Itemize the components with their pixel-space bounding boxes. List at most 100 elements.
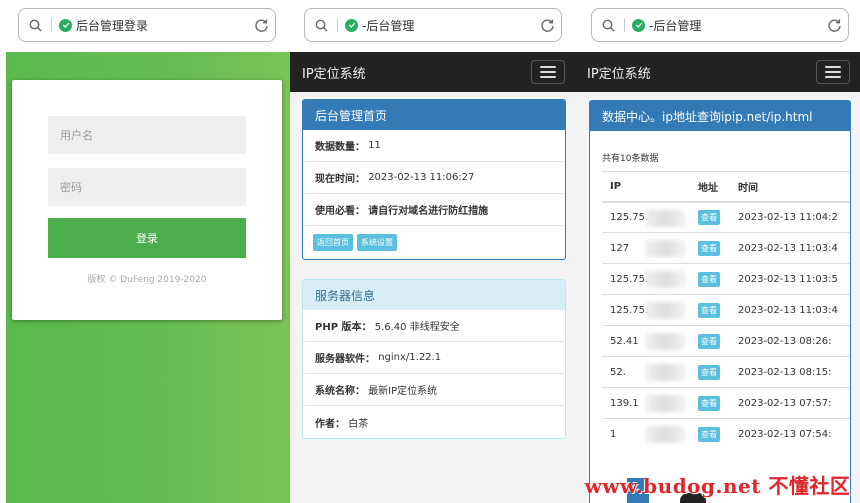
address-cell: 查看 (690, 325, 730, 357)
redaction-blur (646, 395, 686, 412)
site-watermark: www.budog.net 不懂社区 (584, 474, 851, 498)
ip-cell: 139.1 (602, 387, 690, 419)
view-button[interactable]: 查看 (698, 240, 720, 256)
system-settings-button[interactable]: 系统设置 (357, 234, 397, 251)
redaction-blur (646, 333, 686, 350)
search-icon[interactable] (19, 19, 51, 32)
browser-toolbar: 后台管理登录 (0, 0, 290, 52)
reload-icon[interactable] (820, 18, 848, 33)
info-row: 系统名称： 最新IP定位系统 (303, 374, 565, 406)
browser-toolbar: -后台管理 (575, 0, 860, 52)
table-row: 125.75. 查看 2023-02-13 11:03:5 (602, 263, 850, 295)
view-button[interactable]: 查看 (698, 333, 720, 349)
login-panel: 后台管理登录 用户名 密码 登录 版权 © DuFeng 2019-2020 (0, 0, 290, 503)
time-cell: 2023-02-13 07:57: (730, 387, 850, 419)
ip-text: 52. (610, 366, 626, 378)
info-row: 使用必看： 请自行对域名进行防红措施 (303, 194, 565, 226)
ip-text: 1 (610, 428, 617, 440)
view-button[interactable]: 查看 (698, 271, 720, 287)
table-row: 125.75. 查看 2023-02-13 11:03:4 (602, 294, 850, 326)
ip-cell: 52. (602, 356, 690, 388)
ip-text: 52.41 (610, 335, 639, 347)
copyright-text: 版权 © DuFeng 2019-2020 (87, 275, 207, 285)
username-input[interactable]: 用户名 (48, 116, 246, 154)
address-cell: 查看 (690, 263, 730, 295)
address-cell: 查看 (690, 418, 730, 450)
redaction-blur (646, 302, 686, 319)
view-button[interactable]: 查看 (698, 395, 720, 411)
shield-check-icon (59, 18, 72, 32)
search-icon[interactable] (592, 19, 624, 32)
address-cell: 查看 (690, 201, 730, 233)
redaction-blur (646, 364, 686, 381)
time-cell: 2023-02-13 08:15: (730, 356, 850, 388)
ip-table: IP 地址 时间 125.75.1 查看 2023-02-13 11:04:2 127… (602, 171, 850, 450)
address-cell: 查看 (690, 356, 730, 388)
ip-cell: 1 (602, 418, 690, 450)
table-row: 52.41 查看 2023-02-13 08:26: (602, 325, 850, 357)
hamburger-menu-icon[interactable] (816, 60, 850, 84)
address-bar[interactable]: -后台管理 (591, 8, 849, 42)
address-bar[interactable]: 后台管理登录 (18, 8, 276, 42)
login-card: 用户名 密码 登录 版权 © DuFeng 2019-2020 (12, 80, 282, 320)
shield-check-icon (632, 18, 645, 32)
server-info-title: 服务器信息 (303, 280, 565, 310)
view-button[interactable]: 查看 (698, 426, 720, 442)
password-input[interactable]: 密码 (48, 168, 246, 206)
admin-dashboard-panel: -后台管理 IP定位系统 后台管理首页 数据数量： 11 现在时间： 2023-… (290, 0, 575, 503)
info-row: 现在时间： 2023-02-13 11:06:27 (303, 162, 565, 194)
column-header-address: 地址 (690, 171, 730, 203)
column-header-time: 时间 (730, 171, 850, 203)
record-count: 共有10条数据 (602, 154, 659, 164)
view-button[interactable]: 查看 (698, 209, 720, 225)
hamburger-menu-icon[interactable] (531, 60, 565, 84)
navbar: IP定位系统 (575, 52, 860, 92)
navbar: IP定位系统 (290, 52, 575, 92)
table-row: 52. 查看 2023-02-13 08:15: (602, 356, 850, 388)
view-button[interactable]: 查看 (698, 302, 720, 318)
redaction-blur (646, 271, 686, 288)
ip-text: 125.75. (610, 273, 649, 285)
table-row: 125.75.1 查看 2023-02-13 11:04:2 (602, 201, 850, 233)
info-row: PHP 版本： 5.6.40 非线程安全 (303, 310, 565, 342)
data-center-title: 数据中心。ip地址查询ipip.net/ip.html (590, 101, 850, 131)
login-button[interactable]: 登录 (48, 218, 246, 258)
page-title: -后台管理 (649, 18, 702, 33)
redaction-blur (646, 240, 686, 257)
address-cell: 查看 (690, 387, 730, 419)
reload-icon[interactable] (247, 18, 275, 33)
column-header-ip: IP (602, 171, 690, 203)
info-row: 数据数量： 11 (303, 130, 565, 162)
time-cell: 2023-02-13 11:03:4 (730, 232, 850, 264)
divider (337, 18, 338, 32)
time-cell: 2023-02-13 11:03:5 (730, 263, 850, 295)
navbar-brand[interactable]: IP定位系统 (302, 63, 531, 82)
ip-cell: 127 (602, 232, 690, 264)
navbar-brand[interactable]: IP定位系统 (587, 63, 816, 82)
info-row: 作者： 白茶 (315, 418, 369, 430)
address-bar[interactable]: -后台管理 (304, 8, 562, 42)
table-row: 1 查看 2023-02-13 07:54: (602, 418, 850, 450)
data-center-panel: 数据中心。ip地址查询ipip.net/ip.html 共有10条数据 IP 地… (589, 100, 851, 503)
ip-text: 127 (610, 242, 630, 254)
redaction-blur (646, 209, 686, 227)
reload-icon[interactable] (533, 18, 561, 33)
back-home-button[interactable]: 返回首页 (313, 234, 353, 251)
table-row: 127 查看 2023-02-13 11:03:4 (602, 232, 850, 264)
time-cell: 2023-02-13 11:03:4 (730, 294, 850, 326)
search-icon[interactable] (305, 19, 337, 32)
home-panel: 后台管理首页 数据数量： 11 现在时间： 2023-02-13 11:06:2… (302, 99, 566, 260)
ip-records-panel: -后台管理 IP定位系统 数据中心。ip地址查询ipip.net/ip.html… (575, 0, 860, 503)
view-button[interactable]: 查看 (698, 364, 720, 380)
divider (51, 18, 52, 32)
home-panel-title: 后台管理首页 (303, 100, 565, 130)
info-row: 服务器软件： nginx/1.22.1 (303, 342, 565, 374)
time-cell: 2023-02-13 07:54: (730, 418, 850, 450)
browser-toolbar: -后台管理 (290, 0, 575, 52)
shield-check-icon (345, 18, 358, 32)
address-cell: 查看 (690, 232, 730, 264)
ip-cell: 125.75. (602, 294, 690, 326)
address-cell: 查看 (690, 294, 730, 326)
ip-text: 139.1 (610, 397, 639, 409)
ip-text: 125.75. (610, 304, 649, 316)
